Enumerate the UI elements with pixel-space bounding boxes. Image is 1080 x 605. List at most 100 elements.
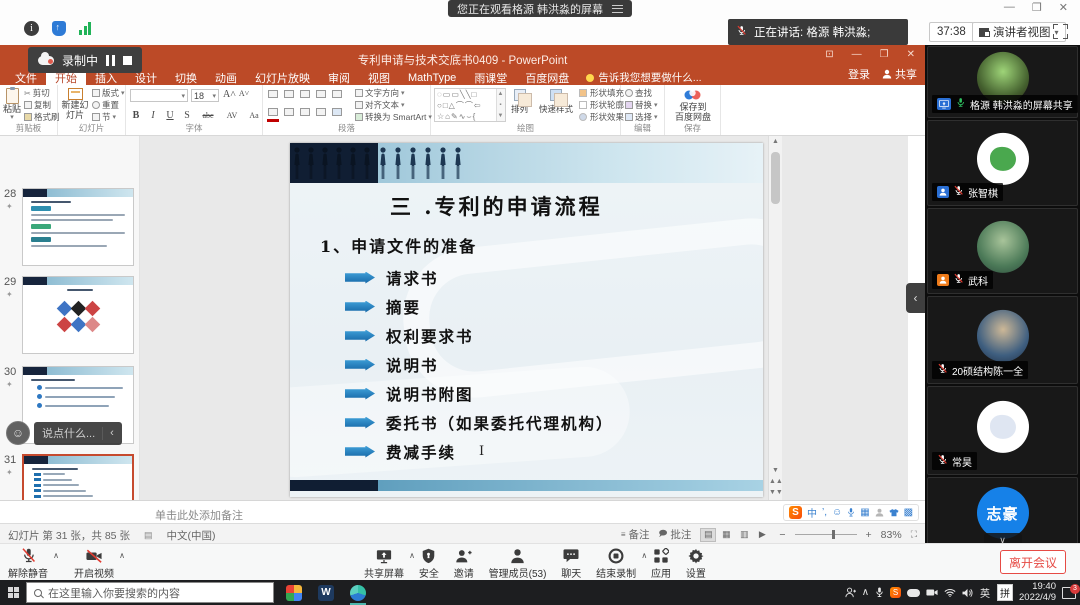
normal-view-button[interactable]: ▤ (700, 528, 716, 542)
emoji-face-icon[interactable]: ☺ (6, 421, 30, 445)
shape-gallery-scroll[interactable]: ▲▪▼ (496, 89, 505, 121)
zoom-in-button[interactable]: + (866, 529, 872, 541)
meeting-control-cam-off[interactable]: 开启视频∧ (74, 544, 114, 580)
notes-placeholder[interactable]: 单击此处添加备注 (155, 507, 243, 523)
share-button[interactable]: 共享 (882, 66, 917, 82)
font-size-select[interactable]: 18▾ (191, 89, 219, 102)
slideshow-view-button[interactable]: ▶ (754, 528, 770, 542)
chevron-up-icon[interactable]: ∧ (53, 551, 59, 560)
menu-icon[interactable] (612, 5, 623, 13)
protection-shield-icon[interactable] (52, 21, 66, 36)
person-grey-icon[interactable] (875, 508, 884, 517)
microphone-icon[interactable] (875, 587, 884, 598)
scrollbar-thumb[interactable] (771, 152, 780, 204)
zoom-level[interactable]: 83% (881, 529, 902, 541)
wifi-icon[interactable] (944, 588, 956, 597)
view-mode-dropdown[interactable]: 演讲者视图 ▾ (972, 22, 1066, 42)
ppt-minimize-button[interactable]: — (852, 49, 862, 60)
taskbar-search-input[interactable]: 在这里输入你要搜索的内容 (26, 582, 274, 603)
ppt-close-button[interactable]: ✕ (907, 49, 915, 60)
ppt-restore-button[interactable]: ❐ (880, 49, 889, 60)
thumbnail-preview[interactable] (22, 188, 134, 266)
fullscreen-button[interactable] (1053, 24, 1068, 39)
leave-meeting-button[interactable]: 离开会议 (1000, 550, 1066, 574)
current-slide[interactable]: 三 .专利的申请流程 1、申请文件的准备 请求书摘要权利要求书说明书说明书附图委… (290, 143, 763, 497)
slide-thumbnail-panel[interactable]: 28✦29✦30✦31✦32✦ (0, 136, 140, 500)
zoom-slider[interactable] (795, 534, 857, 535)
reading-view-button[interactable]: ▥ (736, 528, 752, 542)
ribbon-tab-11[interactable]: 雨课堂 (465, 70, 516, 85)
participant-tile-1[interactable]: 格源 韩洪淼的屏幕共享 (927, 46, 1078, 118)
participants-sidebar[interactable]: 格源 韩洪淼的屏幕共享张智棋武科20硕结构陈一全常昊志豪∨ (925, 45, 1080, 543)
hidden-icons-chevron[interactable]: ∧ (862, 587, 869, 598)
ribbon-tab-5[interactable]: 切换 (166, 70, 206, 85)
notes-toggle[interactable]: ≡备注 (621, 527, 650, 542)
notification-center-icon[interactable]: 3 (1062, 587, 1076, 599)
sogou-input-toolbar[interactable]: S 中 ’, ☺ ▦ ▩ (783, 504, 919, 521)
pause-recording-button[interactable] (106, 55, 115, 66)
layout-button[interactable]: 版式▾ (92, 87, 125, 99)
skin-shirt-icon[interactable] (889, 508, 899, 517)
thumbnail-preview[interactable] (22, 276, 134, 354)
change-case-button[interactable]: Aa (246, 111, 262, 120)
ribbon-tab-9[interactable]: 视图 (359, 70, 399, 85)
taskbar-app-wps[interactable]: W (314, 581, 338, 605)
spellcheck-icon[interactable]: ▤ (144, 530, 153, 541)
sidebar-collapse-handle[interactable]: ‹ (906, 283, 925, 313)
comments-toggle[interactable]: 🗩批注 (659, 527, 692, 542)
cloud-icon[interactable] (907, 589, 920, 597)
chevron-up-icon[interactable]: ∧ (641, 551, 647, 560)
meeting-control-chat[interactable]: 聊天 (561, 544, 581, 580)
align-text-button[interactable]: 对齐文本▾ (355, 99, 432, 111)
taskbar-app-colorful[interactable] (282, 581, 306, 605)
columns-icon[interactable] (332, 108, 342, 116)
user-session-icon[interactable] (845, 587, 856, 598)
copy-button[interactable]: 复制 (24, 99, 60, 111)
replace-button[interactable]: 替换▾ (625, 99, 658, 111)
scroll-down-arrow[interactable]: ▼ (769, 465, 782, 476)
sogou-flame-icon[interactable]: S (890, 587, 901, 598)
zoom-out-button[interactable]: − (779, 529, 785, 541)
align-center-icon[interactable] (284, 108, 294, 116)
scroll-participants-down-button[interactable]: ∨ (984, 533, 1022, 543)
language-en-indicator[interactable]: 英 (979, 585, 991, 600)
voice-input-icon[interactable] (847, 507, 855, 518)
find-button[interactable]: 查找 (625, 87, 658, 99)
previous-slide-button[interactable]: ▲▲ (769, 476, 782, 487)
shadow-button[interactable]: S (181, 110, 193, 121)
collapse-left-icon[interactable]: ‹ (110, 427, 114, 439)
minimize-button[interactable]: — (1004, 1, 1015, 14)
cut-button[interactable]: ✂剪切 (24, 87, 60, 99)
shrink-font-button[interactable]: A˅ (238, 89, 250, 98)
volume-icon[interactable] (962, 588, 973, 598)
keyboard-icon[interactable]: ▦ (860, 507, 869, 518)
emoji-icon[interactable]: ☺ (832, 507, 842, 518)
ribbon-tab-7[interactable]: 幻灯片放映 (246, 70, 319, 85)
meeting-control-invite[interactable]: 邀请 (454, 544, 474, 580)
slide-sorter-view-button[interactable]: ▦ (718, 528, 734, 542)
language-indicator[interactable]: 中文(中国) (166, 528, 215, 543)
decrease-indent-icon[interactable] (300, 90, 310, 98)
justify-icon[interactable] (316, 108, 326, 116)
meeting-control-record[interactable]: 结束录制∧ (596, 544, 636, 580)
vertical-scrollbar[interactable]: ▲ ▼ ▲▲ ▼▼ (768, 136, 782, 500)
quick-styles-button[interactable]: 快速样式 (539, 89, 573, 114)
camera-icon[interactable] (926, 588, 938, 597)
notes-pane[interactable]: 单击此处添加备注 S 中 ’, ☺ ▦ ▩ (0, 500, 925, 523)
info-icon[interactable]: i (24, 21, 39, 36)
ribbon-tab-10[interactable]: MathType (399, 70, 465, 85)
language-pinyin-indicator[interactable]: 拼 (997, 584, 1013, 601)
taskbar-clock[interactable]: 19:40 2022/4/9 (1019, 582, 1056, 604)
stop-recording-button[interactable] (123, 56, 132, 65)
start-button[interactable] (0, 587, 26, 598)
toolbox-icon[interactable]: ▩ (904, 507, 913, 518)
chevron-up-icon[interactable]: ∧ (409, 551, 415, 560)
danmaku-placeholder[interactable]: 说点什么... (42, 425, 95, 441)
participant-tile-6[interactable]: 志豪∨ (927, 477, 1078, 543)
meeting-control-member[interactable]: 管理成员(53) (489, 544, 547, 580)
sogou-logo-icon[interactable]: S (789, 506, 802, 519)
bold-button[interactable]: B (130, 110, 142, 121)
reset-button[interactable]: 重置 (92, 99, 125, 111)
meeting-control-mic-off[interactable]: 解除静音∧ (8, 544, 48, 580)
chinese-mode-icon[interactable]: 中 (807, 505, 817, 520)
